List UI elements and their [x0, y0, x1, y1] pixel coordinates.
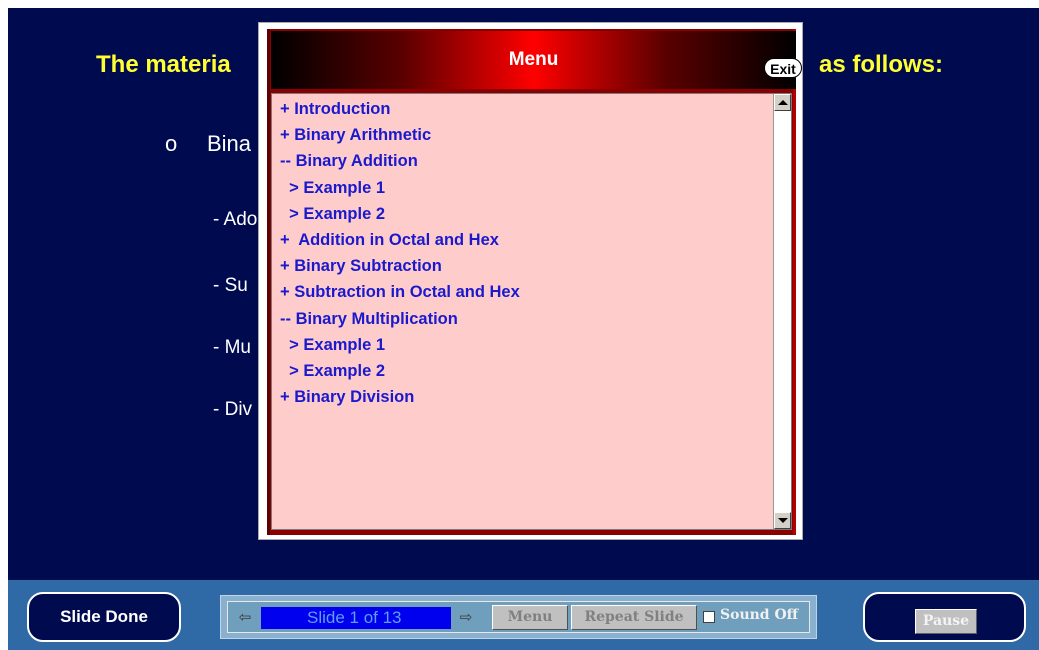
- menu-item-introduction[interactable]: + Introduction: [280, 96, 770, 122]
- sound-off-checkbox[interactable]: [703, 611, 715, 623]
- sub-item-multiplication: - Mu: [213, 337, 251, 358]
- slide-done-button[interactable]: Slide Done: [27, 592, 181, 642]
- arrow-down-icon: [778, 518, 788, 523]
- menu-item-addition-example-1[interactable]: > Example 1: [280, 175, 770, 201]
- menu-item-multiplication-example-1[interactable]: > Example 1: [280, 332, 770, 358]
- menu-item-multiplication-example-2[interactable]: > Example 2: [280, 358, 770, 384]
- next-slide-icon[interactable]: ⇨: [453, 606, 479, 629]
- arrow-up-icon: [778, 100, 788, 105]
- menu-item-addition-example-2[interactable]: > Example 2: [280, 201, 770, 227]
- menu-item-binary-arithmetic[interactable]: + Binary Arithmetic: [280, 122, 770, 148]
- exit-button[interactable]: Exit: [764, 58, 802, 78]
- prev-slide-icon[interactable]: ⇦: [232, 606, 258, 629]
- bullet-text: Bina: [207, 131, 252, 156]
- menu-item-subtraction-octal-hex[interactable]: + Subtraction in Octal and Hex: [280, 279, 770, 305]
- menu-item-addition-octal-hex[interactable]: + Addition in Octal and Hex: [280, 227, 770, 253]
- menu-title: Menu: [508, 49, 559, 70]
- menu-items: + Introduction + Binary Arithmetic -- Bi…: [280, 96, 770, 410]
- menu-button[interactable]: Menu: [492, 605, 568, 630]
- navigation-inner: ⇦ Slide 1 of 13 ⇨ Menu Repeat Slide Soun…: [227, 601, 810, 633]
- slide-title: The materia as follows:: [96, 51, 943, 79]
- menu-item-binary-division[interactable]: + Binary Division: [280, 384, 770, 410]
- menu-item-binary-subtraction[interactable]: + Binary Subtraction: [280, 253, 770, 279]
- menu-header: Menu Exit: [271, 31, 802, 89]
- menu-item-binary-addition[interactable]: -- Binary Addition: [280, 148, 770, 174]
- pause-panel: Pause: [863, 592, 1026, 642]
- menu-item-binary-multiplication[interactable]: -- Binary Multiplication: [280, 306, 770, 332]
- slide-indicator: Slide 1 of 13: [261, 607, 451, 629]
- navigation-strip: ⇦ Slide 1 of 13 ⇨ Menu Repeat Slide Soun…: [220, 595, 817, 639]
- scroll-down-button[interactable]: [774, 512, 791, 529]
- slide-title-end: as follows:: [819, 51, 944, 78]
- menu-popup: Menu Exit + Introduction + Binary Arithm…: [258, 22, 803, 540]
- slide-title-start: The materia: [96, 51, 231, 78]
- sound-off-label: Sound Off: [720, 607, 799, 623]
- pause-button[interactable]: Pause: [915, 609, 977, 634]
- scroll-up-button[interactable]: [774, 94, 791, 111]
- menu-scrollbar[interactable]: [773, 94, 791, 529]
- sub-item-addition: - Ado: [213, 209, 258, 230]
- bullet-marker: o: [165, 131, 178, 156]
- repeat-slide-button[interactable]: Repeat Slide: [571, 605, 697, 630]
- sub-item-division: - Div: [213, 399, 253, 420]
- sub-item-subtraction: - Su: [213, 275, 248, 296]
- menu-list[interactable]: + Introduction + Binary Arithmetic -- Bi…: [271, 93, 792, 530]
- control-bar: Slide Done ⇦ Slide 1 of 13 ⇨ Menu Repeat…: [8, 580, 1039, 650]
